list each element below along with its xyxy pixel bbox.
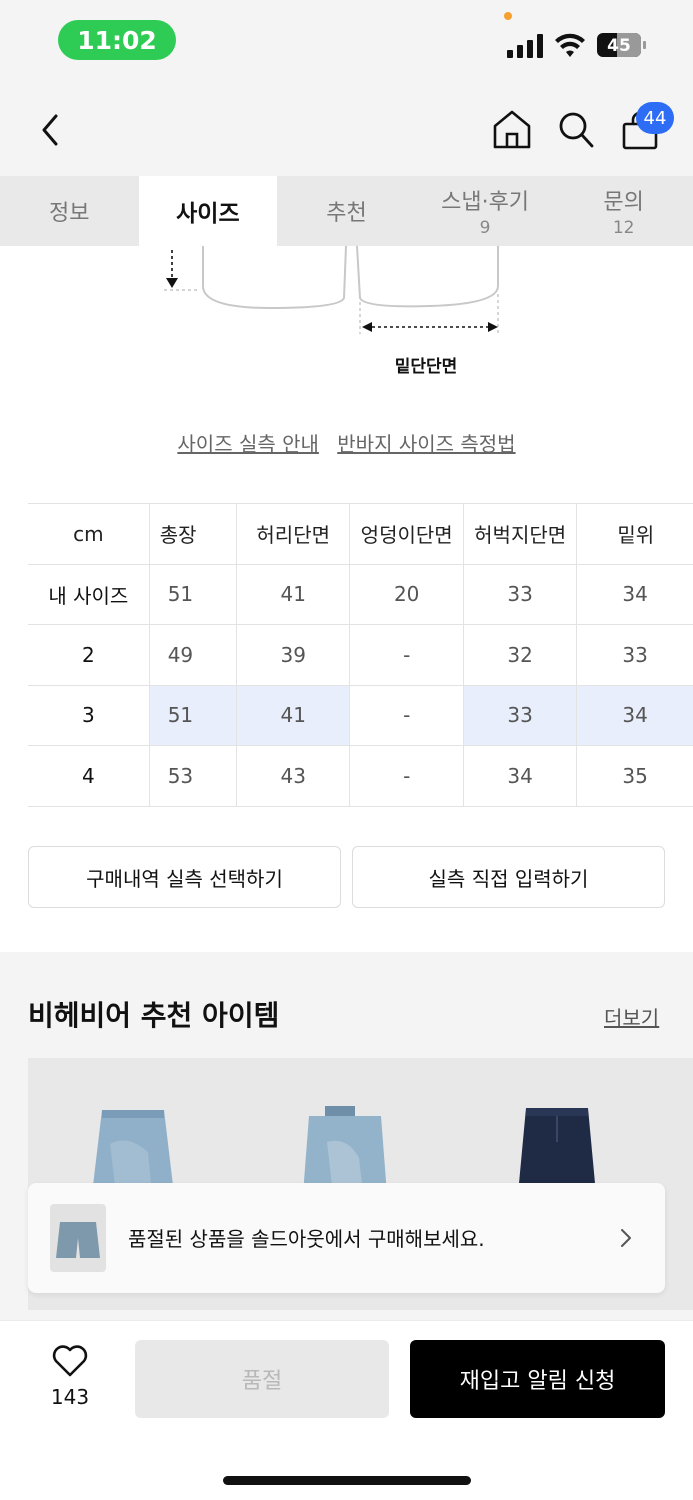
battery-level: 45	[607, 36, 631, 56]
app-header	[0, 84, 693, 176]
table-cell: -	[349, 745, 464, 807]
table-cell: 34	[576, 685, 693, 746]
size-guide-links: 사이즈 실측 안내 반바지 사이즈 측정법	[0, 428, 693, 457]
tab-label: 정보	[49, 201, 90, 226]
table-cell: 32	[462, 624, 577, 686]
table-header-cell: 총장	[148, 503, 237, 565]
table-header-cell: 허리단면	[235, 503, 350, 565]
table-cell: 51	[148, 564, 237, 625]
size-measurement-diagram	[164, 246, 499, 334]
row-label: 내 사이즈	[28, 564, 150, 625]
restock-alert-button[interactable]: 재입고 알림 신청	[410, 1340, 665, 1418]
recommend-more-link[interactable]: 더보기	[604, 1002, 659, 1031]
like-count: 143	[50, 1385, 90, 1409]
table-cell: 35	[576, 745, 693, 807]
row-label: 2	[28, 624, 150, 686]
table-cell: 39	[235, 624, 350, 686]
table-cell: 43	[235, 745, 350, 807]
table-cell: 49	[148, 624, 237, 686]
direct-input-measure-button[interactable]: 실측 직접 입력하기	[352, 846, 665, 908]
battery-icon: 45	[597, 33, 646, 57]
tab-size[interactable]: 사이즈	[138, 176, 278, 246]
table-cell: 41	[235, 685, 350, 746]
table-header-row: cm 총장 허리단면 엉덩이단면 허벅지단면 밑위	[28, 503, 693, 565]
recommend-title: 비헤비어 추천 아이템	[28, 999, 280, 1032]
table-cell: 20	[349, 564, 464, 625]
shorts-measure-method-link[interactable]: 반바지 사이즈 측정법	[337, 432, 515, 456]
product-image	[518, 1108, 596, 1194]
diagram-label: 밑단단면	[394, 357, 458, 377]
table-row: 내 사이즈 51 41 20 33 34	[28, 564, 693, 625]
table-cell: 51	[148, 685, 237, 746]
table-cell: -	[349, 685, 464, 746]
tab-label: 추천	[326, 201, 367, 226]
banner-message: 품절된 상품을 솔드아웃에서 구매해보세요.	[128, 1227, 485, 1251]
table-cell: 41	[235, 564, 350, 625]
table-row-highlighted: 3 51 41 - 33 34	[28, 685, 693, 746]
table-row: 4 53 43 - 34 35	[28, 745, 693, 807]
status-time: 11:02	[58, 20, 176, 60]
product-card[interactable]	[661, 1058, 693, 1310]
tab-inquiry[interactable]: 문의 12	[554, 176, 693, 246]
back-icon[interactable]	[34, 110, 66, 150]
wifi-icon	[555, 33, 585, 57]
banner-thumbnail	[50, 1204, 106, 1272]
home-indicator[interactable]	[223, 1476, 471, 1485]
table-header-cell: 허벅지단면	[462, 503, 577, 565]
search-icon[interactable]	[556, 108, 596, 150]
privacy-indicator-dot	[504, 12, 512, 20]
soldout-button[interactable]: 품절	[135, 1340, 389, 1418]
tab-label: 스냅·후기	[441, 190, 530, 215]
tab-snap-review[interactable]: 스냅·후기 9	[416, 176, 555, 246]
table-cell: 34	[576, 564, 693, 625]
row-label: 3	[28, 685, 150, 746]
tab-label: 문의	[603, 190, 644, 215]
tab-count: 12	[612, 218, 635, 238]
home-icon[interactable]	[492, 108, 532, 150]
table-cell: 33	[462, 685, 577, 746]
tab-label: 사이즈	[176, 201, 240, 227]
table-header-cell: 엉덩이단면	[349, 503, 464, 565]
size-measure-guide-link[interactable]: 사이즈 실측 안내	[177, 432, 319, 456]
table-cell: -	[349, 624, 464, 686]
tab-count: 9	[479, 218, 491, 238]
soldout-promo-banner[interactable]: 품절된 상품을 솔드아웃에서 구매해보세요.	[28, 1183, 665, 1293]
cart-count-badge: 44	[636, 102, 674, 134]
chevron-right-icon	[621, 1229, 631, 1247]
table-cell: 33	[576, 624, 693, 686]
table-cell: 34	[462, 745, 577, 807]
table-row: 2 49 39 - 32 33	[28, 624, 693, 686]
row-label: 4	[28, 745, 150, 807]
cellular-signal-icon	[507, 34, 543, 58]
table-header-cell: cm	[28, 503, 150, 565]
table-cell: 33	[462, 564, 577, 625]
product-tabs: 정보 사이즈 추천 스냅·후기 9 문의 12	[0, 176, 693, 246]
size-table: cm 총장 허리단면 엉덩이단면 허벅지단면 밑위 내 사이즈 51 41 20…	[28, 503, 693, 807]
table-cell: 53	[148, 745, 237, 807]
heart-icon[interactable]	[52, 1344, 88, 1378]
purchase-history-measure-button[interactable]: 구매내역 실측 선택하기	[28, 846, 341, 908]
shorts-image	[56, 1222, 100, 1258]
product-image	[303, 1106, 387, 1194]
status-bar: 11:02 45	[0, 0, 693, 84]
table-header-cell: 밑위	[576, 503, 693, 565]
product-image	[92, 1110, 174, 1194]
tab-recommend[interactable]: 추천	[277, 176, 416, 246]
tab-info[interactable]: 정보	[0, 176, 139, 246]
